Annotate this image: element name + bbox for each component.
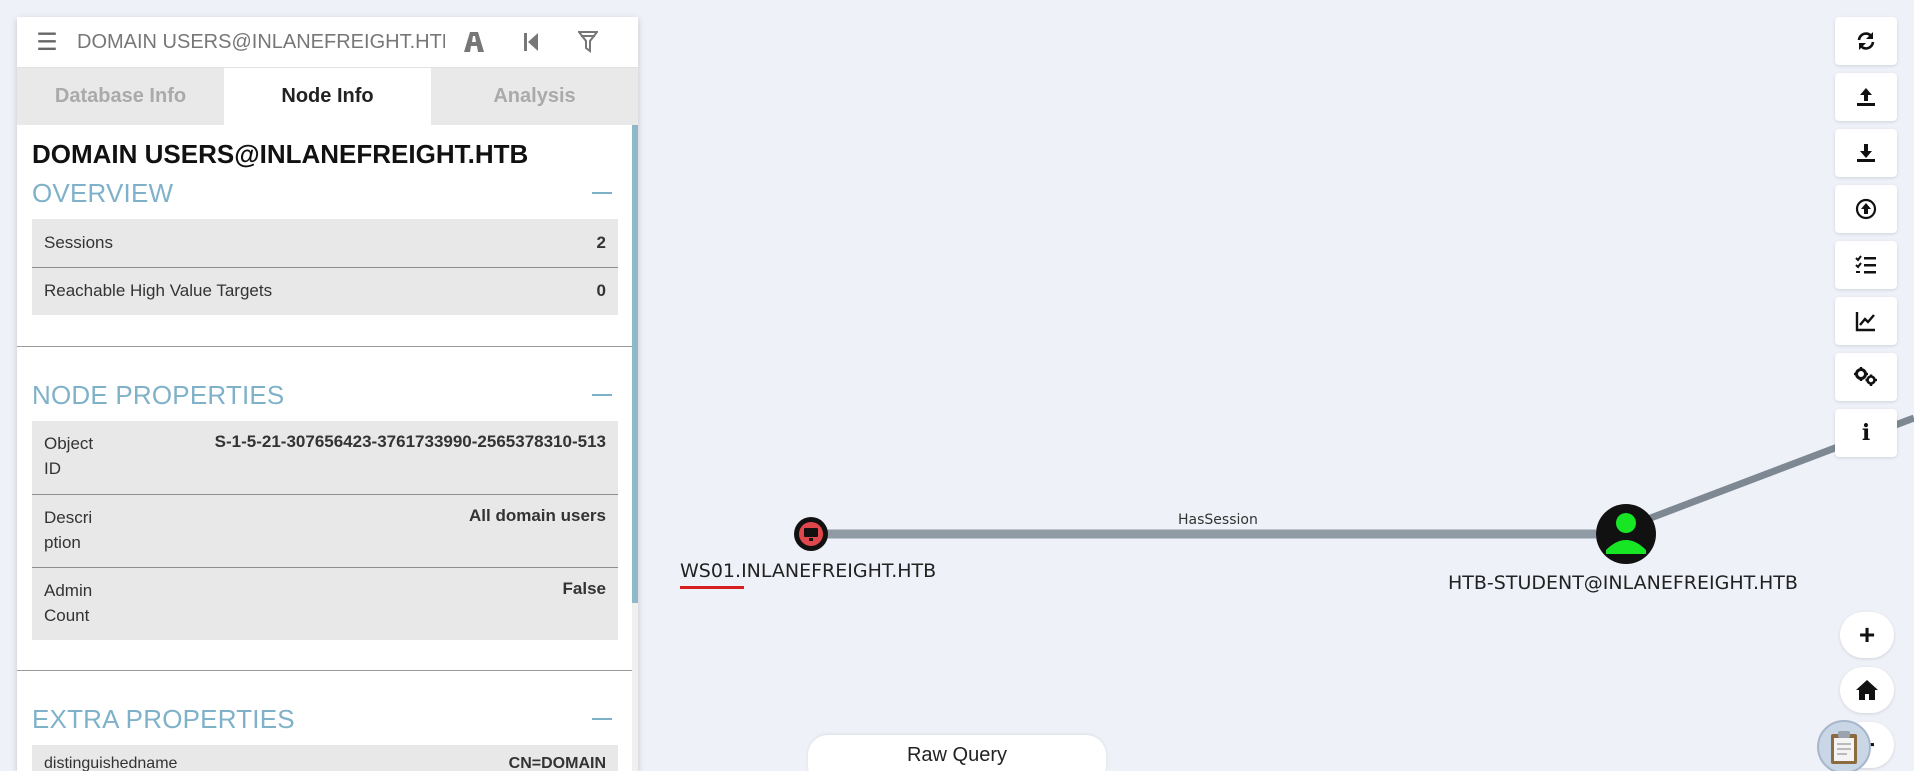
- panel-scrollbar-thumb[interactable]: [632, 125, 638, 603]
- download-icon: [1857, 144, 1875, 162]
- edge-label-hassession: HasSession: [1178, 512, 1258, 528]
- node-title: DOMAIN USERS@INLANEFREIGHT.HTB: [32, 139, 529, 169]
- property-key-object-id: Object ID: [32, 421, 112, 495]
- settings-icon: [1854, 367, 1877, 386]
- plus-icon: +: [1858, 619, 1876, 650]
- raw-query-toggle[interactable]: Raw Query: [808, 735, 1106, 771]
- collapse-icon[interactable]: [592, 192, 612, 194]
- overview-section: OVERVIEW Sessions 2 Reachable High Value…: [17, 173, 633, 347]
- node-properties-title: NODE PROPERTIES: [32, 379, 285, 410]
- hamburger-menu-icon[interactable]: ☰: [17, 17, 77, 68]
- node-properties-table: Object ID S-1-5-21-307656423-3761733990-…: [32, 421, 618, 640]
- refresh-icon: [1857, 32, 1875, 50]
- property-value-admin-count: False: [112, 567, 618, 640]
- property-key-admin-count: Admin Count: [32, 567, 112, 640]
- download-button[interactable]: [1835, 129, 1897, 177]
- queries-list-icon: [1855, 255, 1876, 274]
- table-row[interactable]: distinguishedname CN=DOMAIN: [32, 745, 618, 771]
- overview-value-reachable-hvt: 0: [549, 267, 618, 315]
- extra-value-distinguishedname: CN=DOMAIN: [362, 745, 618, 771]
- node-label-ws01-text: WS01.INLANEFREIGHT.HTB: [680, 560, 937, 582]
- tab-database-info[interactable]: Database Info: [17, 68, 224, 125]
- property-value-description: All domain users: [112, 494, 618, 568]
- table-row[interactable]: Description All domain users: [32, 494, 618, 568]
- node-label-ws01[interactable]: WS01.INLANEFREIGHT.HTB: [680, 560, 937, 589]
- node-search-input[interactable]: [77, 22, 445, 62]
- info-button[interactable]: i: [1835, 409, 1897, 457]
- upload-button[interactable]: [1835, 73, 1897, 121]
- sidebar-panel: ☰ Database Info Node Info Analysis DOMAI…: [17, 17, 638, 771]
- extra-properties-section: EXTRA PROPERTIES distinguishedname CN=DO…: [17, 671, 633, 771]
- extra-properties-header[interactable]: EXTRA PROPERTIES: [32, 699, 618, 739]
- overview-value-sessions: 2: [549, 219, 618, 268]
- reset-view-button[interactable]: [1840, 667, 1894, 713]
- tab-analysis[interactable]: Analysis: [431, 68, 638, 125]
- overview-table: Sessions 2 Reachable High Value Targets …: [32, 219, 618, 315]
- overview-header[interactable]: OVERVIEW: [32, 173, 618, 213]
- tab-node-info[interactable]: Node Info: [224, 68, 431, 125]
- overview-title: OVERVIEW: [32, 177, 174, 208]
- property-key-description: Description: [32, 494, 112, 568]
- node-properties-section: NODE PROPERTIES Object ID S-1-5-21-30765…: [17, 347, 633, 671]
- spellcheck-underline: [680, 586, 744, 589]
- overview-key-reachable-hvt: Reachable High Value Targets: [32, 267, 550, 315]
- table-row[interactable]: Sessions 2: [32, 219, 618, 268]
- clipboard-button[interactable]: [1817, 720, 1871, 771]
- property-value-object-id: S-1-5-21-307656423-3761733990-2565378310…: [112, 421, 618, 495]
- home-icon: [1856, 680, 1878, 700]
- extra-properties-title: EXTRA PROPERTIES: [32, 703, 295, 734]
- graph-toolbar: i: [1835, 17, 1897, 465]
- graph-node-ws01[interactable]: [794, 517, 828, 551]
- road-icon[interactable]: [445, 17, 502, 68]
- import-button[interactable]: [1835, 185, 1897, 233]
- extra-key-distinguishedname: distinguishedname: [32, 745, 363, 771]
- raw-query-label: Raw Query: [906, 744, 1008, 766]
- info-icon: i: [1861, 420, 1871, 446]
- clipboard-icon: [1831, 731, 1857, 764]
- refresh-button[interactable]: [1835, 17, 1897, 65]
- import-icon: [1855, 198, 1877, 220]
- table-row[interactable]: Reachable High Value Targets 0: [32, 267, 618, 315]
- node-properties-header[interactable]: NODE PROPERTIES: [32, 375, 618, 415]
- queries-list-button[interactable]: [1835, 241, 1897, 289]
- collapse-icon[interactable]: [592, 394, 612, 396]
- table-row[interactable]: Object ID S-1-5-21-307656423-3761733990-…: [32, 421, 618, 495]
- chart-icon: [1855, 312, 1875, 332]
- overview-key-sessions: Sessions: [32, 219, 550, 268]
- extra-properties-table: distinguishedname CN=DOMAIN: [32, 745, 618, 771]
- table-row[interactable]: Admin Count False: [32, 567, 618, 640]
- chart-button[interactable]: [1835, 297, 1897, 345]
- zoom-in-button[interactable]: +: [1840, 612, 1894, 658]
- step-backward-icon[interactable]: [502, 17, 559, 68]
- upload-icon: [1857, 88, 1875, 106]
- settings-button[interactable]: [1835, 353, 1897, 401]
- node-label-htb-student[interactable]: HTB-STUDENT@INLANEFREIGHT.HTB: [1448, 572, 1798, 594]
- node-info-panel: DOMAIN USERS@INLANEFREIGHT.HTB OVERVIEW …: [17, 125, 638, 771]
- graph-node-htb-student[interactable]: [1596, 504, 1656, 564]
- filter-icon[interactable]: [559, 17, 616, 68]
- collapse-icon[interactable]: [592, 718, 612, 720]
- panel-scrollbar-track[interactable]: [632, 125, 638, 771]
- sidebar-tabs: Database Info Node Info Analysis: [17, 68, 638, 125]
- search-bar: ☰: [17, 17, 638, 68]
